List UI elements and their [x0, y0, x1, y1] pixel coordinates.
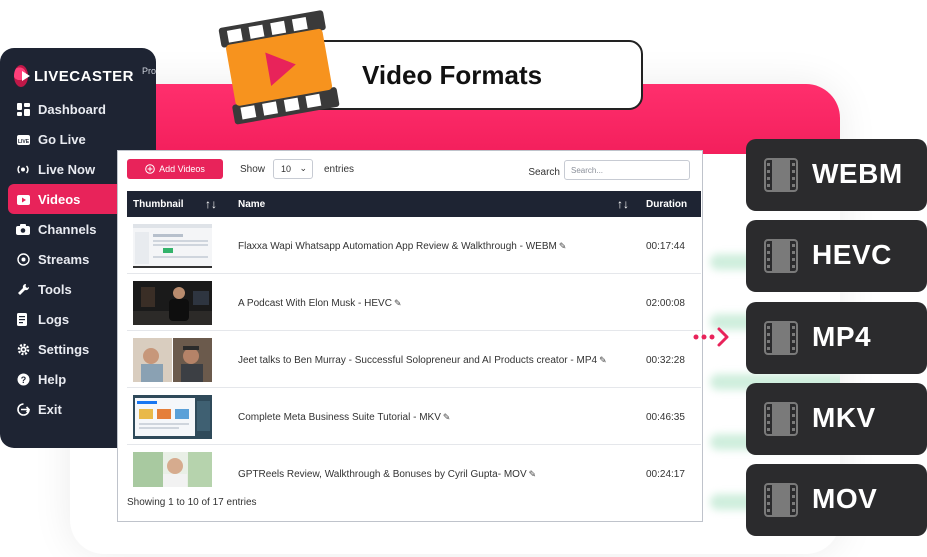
sidebar-item-dashboard[interactable]: Dashboard — [0, 94, 156, 124]
video-duration: 00:32:28 — [646, 355, 685, 366]
format-badge-mp4: MP4 — [746, 302, 927, 374]
chevron-down-icon: ⌄ — [299, 163, 307, 173]
video-name-text: GPTReels Review, Walkthrough & Bonuses b… — [238, 469, 527, 480]
video-duration: 00:46:35 — [646, 412, 685, 423]
table-row[interactable]: A Podcast With Elon Musk - HEVC ✎ 02:00:0… — [127, 274, 701, 331]
format-label: WEBM — [812, 158, 903, 189]
sidebar-item-label: Tools — [38, 281, 72, 297]
exit-icon — [16, 402, 30, 416]
edit-pencil-icon[interactable]: ✎ — [559, 241, 567, 251]
video-name-text: A Podcast With Elon Musk - HEVC — [238, 298, 392, 309]
brand-suffix: Pro — [141, 66, 156, 76]
format-badge-mov: MOV — [746, 464, 927, 536]
help-icon: ? — [16, 372, 30, 386]
videos-table-panel: Add Videos Show 10 ⌄ entries Search Sear… — [117, 150, 703, 522]
tools-icon — [16, 282, 30, 296]
format-badge-webm: WEBM — [746, 139, 927, 211]
table-row[interactable]: Flaxxa Wapi Whatsapp Automation App Revi… — [127, 217, 701, 274]
broadcast-icon — [16, 162, 30, 176]
film-strip-icon — [764, 402, 798, 436]
video-thumbnail[interactable] — [133, 338, 212, 382]
edit-pencil-icon[interactable]: ✎ — [443, 412, 451, 422]
video-name-text: Flaxxa Wapi Whatsapp Automation App Revi… — [238, 241, 557, 252]
table-row[interactable]: Complete Meta Business Suite Tutorial - … — [127, 388, 701, 445]
brand-logo[interactable]: LIVECASTER Pro — [0, 48, 156, 92]
streams-icon — [16, 252, 30, 266]
film-strip-icon — [764, 483, 798, 517]
svg-text:?: ? — [20, 375, 26, 385]
page-size-value: 10 — [281, 164, 292, 174]
sidebar-item-label: Live Now — [38, 161, 96, 177]
video-icon — [16, 192, 30, 206]
plus-circle-icon — [145, 164, 155, 174]
page-size-select[interactable]: 10 ⌄ — [273, 159, 313, 179]
sort-icon[interactable]: ↑↓ — [617, 197, 629, 211]
sidebar-item-label: Exit — [38, 401, 62, 417]
edit-pencil-icon[interactable]: ✎ — [599, 355, 607, 365]
film-strip-icon — [764, 321, 798, 355]
entries-label: entries — [324, 164, 355, 175]
table-header: Thumbnail ↑↓ Name ↑↓ Duration — [127, 191, 701, 217]
table-info: Showing 1 to 10 of 17 entries — [127, 497, 257, 508]
format-label: HEVC — [812, 239, 892, 270]
edit-pencil-icon[interactable]: ✎ — [529, 469, 537, 479]
video-name[interactable]: Complete Meta Business Suite Tutorial - … — [238, 412, 450, 423]
sidebar-item-label: Streams — [38, 251, 90, 267]
video-duration: 02:00:08 — [646, 298, 685, 309]
sidebar-item-label: Dashboard — [38, 101, 106, 117]
logo-icon — [14, 65, 30, 87]
sidebar-item-label: Channels — [38, 221, 97, 237]
film-play-icon — [218, 10, 340, 125]
sort-icon[interactable]: ↑↓ — [205, 197, 217, 211]
video-thumbnail[interactable] — [133, 452, 212, 487]
logs-icon — [16, 312, 30, 326]
arrow-right-icon — [693, 327, 729, 347]
sidebar-item-label: Help — [38, 371, 67, 387]
format-badge-hevc: HEVC — [746, 220, 927, 292]
camera-icon — [16, 222, 30, 236]
format-label: MP4 — [812, 321, 872, 352]
column-name[interactable]: Name — [238, 199, 265, 210]
column-thumbnail[interactable]: Thumbnail — [133, 199, 184, 210]
video-name-text: Jeet talks to Ben Murray - Successful So… — [238, 355, 598, 366]
edit-pencil-icon[interactable]: ✎ — [394, 298, 402, 308]
video-thumbnail[interactable] — [133, 281, 212, 325]
add-videos-button[interactable]: Add Videos — [127, 159, 223, 179]
format-badge-mkv: MKV — [746, 383, 927, 455]
table-row[interactable]: GPTReels Review, Walkthrough & Bonuses b… — [127, 445, 701, 487]
video-thumbnail[interactable] — [133, 395, 212, 439]
go-live-icon: LIVE — [16, 132, 30, 146]
table-row[interactable]: Jeet talks to Ben Murray - Successful So… — [127, 331, 701, 388]
table-controls: Add Videos Show 10 ⌄ entries Search Sear… — [127, 159, 690, 183]
video-name[interactable]: GPTReels Review, Walkthrough & Bonuses b… — [238, 469, 536, 480]
svg-text:LIVE: LIVE — [17, 139, 29, 145]
format-label: MKV — [812, 402, 876, 433]
video-name[interactable]: Flaxxa Wapi Whatsapp Automation App Revi… — [238, 241, 566, 252]
sidebar-item-label: Go Live — [38, 131, 86, 147]
sidebar-item-label: Settings — [38, 341, 90, 357]
column-duration[interactable]: Duration — [646, 199, 687, 210]
format-label: MOV — [812, 483, 878, 514]
sidebar-item-label: Logs — [38, 311, 70, 327]
sidebar-item-label: Videos — [38, 191, 81, 207]
show-label: Show — [240, 164, 266, 175]
video-duration: 00:24:17 — [646, 469, 685, 480]
film-strip-icon — [764, 158, 798, 192]
brand-name: LIVECASTER — [33, 67, 134, 85]
video-name-text: Complete Meta Business Suite Tutorial - … — [238, 412, 441, 423]
headline: Video Formats — [362, 59, 543, 90]
add-videos-label: Add Videos — [159, 164, 205, 174]
dashboard-icon — [16, 102, 30, 116]
video-duration: 00:17:44 — [646, 241, 685, 252]
video-name[interactable]: Jeet talks to Ben Murray - Successful So… — [238, 355, 607, 366]
gear-icon — [16, 342, 30, 356]
film-strip-icon — [764, 239, 798, 273]
search-input[interactable]: Search... — [564, 160, 690, 180]
video-thumbnail[interactable] — [133, 224, 212, 268]
search-label: Search — [528, 167, 560, 178]
video-name[interactable]: A Podcast With Elon Musk - HEVC ✎ — [238, 298, 402, 309]
